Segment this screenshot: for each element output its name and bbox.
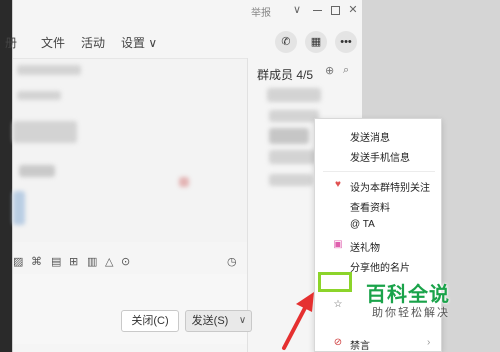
history-clock-icon[interactable]: ◷	[227, 255, 237, 268]
watermark-title: 百科全说	[366, 284, 450, 306]
blurred-message	[13, 121, 77, 143]
blurred-avatar	[179, 177, 189, 187]
send-options-chevron-icon[interactable]: ∨	[234, 310, 252, 332]
tab-file[interactable]: 文件	[41, 34, 65, 51]
send-button[interactable]: 发送(S)	[185, 310, 235, 332]
blurred-message	[19, 165, 55, 177]
title-bar: 举报 ∨ ✕	[13, 0, 363, 22]
gift-icon[interactable]: ⊞	[69, 255, 78, 268]
tab-album[interactable]: 册	[5, 34, 17, 51]
group-members-title: 群成员 4/5	[257, 68, 314, 82]
minimize-icon[interactable]	[309, 2, 325, 18]
close-icon[interactable]: ✕	[345, 2, 361, 18]
more-tools-icon[interactable]: ⊙	[121, 255, 130, 268]
watermark-subtitle: 助你轻松解决	[372, 307, 450, 319]
menu-item-special-follow[interactable]: ♥ 设为本群特别关注	[315, 175, 443, 195]
menu-item-label: 设为本群特别关注	[350, 183, 430, 194]
menu-item-label: 发送手机信息	[350, 153, 410, 164]
menu-item-view-profile[interactable]: 查看资料	[315, 195, 443, 215]
mute-icon: ⊘	[333, 337, 343, 348]
phone-icon[interactable]: ✆	[275, 31, 297, 53]
menu-item-label: @ TA	[350, 219, 375, 230]
annotation-highlight-box	[318, 272, 352, 292]
blurred-member[interactable]	[269, 174, 313, 186]
menu-item-mention[interactable]: @ TA	[315, 215, 443, 235]
panel-divider	[247, 58, 248, 352]
watermark-logo: 百科全说 助你轻松解决	[360, 278, 460, 326]
heart-icon: ♥	[335, 179, 341, 190]
tab-activity[interactable]: 活动	[81, 34, 105, 51]
bell-icon[interactable]: △	[105, 255, 113, 268]
blurred-message	[17, 91, 61, 100]
close-button[interactable]: 关闭(C)	[121, 310, 179, 332]
member-search-icon[interactable]: ⌕	[343, 64, 349, 77]
star-icon: ☆	[333, 299, 343, 310]
more-icon[interactable]: •••	[335, 31, 357, 53]
blurred-member[interactable]	[269, 128, 309, 144]
chevron-right-icon: ›	[427, 337, 431, 348]
red-packet-icon[interactable]: ▥	[87, 255, 97, 268]
menu-item-label: 禁言	[350, 341, 370, 352]
menu-item-label: 分享他的名片	[350, 263, 410, 274]
file-icon[interactable]: ▤	[51, 255, 61, 268]
image-icon[interactable]: ▨	[13, 255, 23, 268]
menu-item-mute[interactable]: ⊘ 禁言 ›	[315, 333, 443, 352]
screenshot-icon[interactable]: ⌘	[31, 255, 42, 268]
blurred-member[interactable]	[269, 110, 319, 122]
menu-item-label: 查看资料	[350, 203, 390, 214]
chevron-down-icon[interactable]: ∨	[289, 2, 305, 18]
background-left-edge	[0, 0, 12, 352]
message-input[interactable]	[13, 274, 247, 344]
blurred-message	[13, 191, 25, 225]
menu-item-send-sms[interactable]: 发送手机信息	[315, 145, 443, 165]
maximize-icon[interactable]	[327, 2, 343, 18]
chat-window: 举报 ∨ ✕ 册 文件 活动 设置 ∨ ✆ ▦ ••• ▨ ⌘ ▤ ⊞ ▥ △ …	[5, 0, 363, 352]
member-settings-icon[interactable]: ⊕	[325, 64, 334, 77]
message-area	[13, 58, 247, 242]
menu-item-send-gift[interactable]: ▣ 送礼物	[315, 235, 443, 255]
menu-item-label: 送礼物	[350, 243, 380, 254]
gift-icon: ▣	[333, 239, 343, 250]
apps-icon[interactable]: ▦	[305, 31, 327, 53]
input-toolbar: ▨ ⌘ ▤ ⊞ ▥ △ ⊙ ◷	[13, 252, 247, 272]
tab-settings[interactable]: 设置 ∨	[121, 34, 157, 51]
menu-divider	[323, 171, 435, 172]
menu-item-send-message[interactable]: 发送消息	[315, 125, 443, 145]
menu-item-label: 发送消息	[350, 133, 390, 144]
blurred-member[interactable]	[267, 88, 321, 102]
report-link[interactable]: 举报	[251, 4, 271, 19]
blurred-member[interactable]	[269, 150, 317, 164]
blurred-message	[17, 65, 81, 75]
